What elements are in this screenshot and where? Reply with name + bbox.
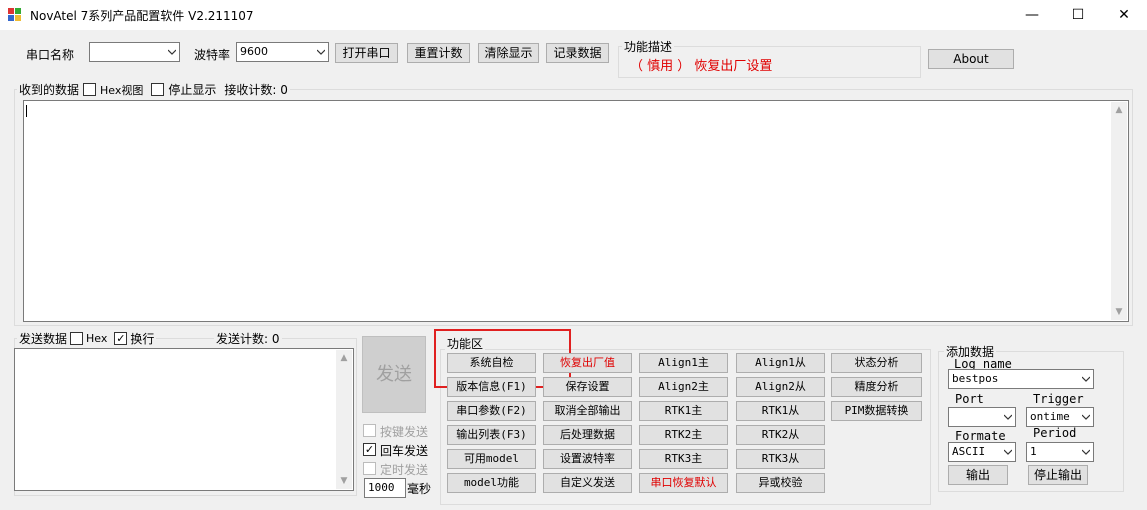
function-button[interactable]: 串口参数(F2) xyxy=(447,401,536,421)
function-button[interactable]: 设置波特率 xyxy=(543,449,632,469)
function-button[interactable]: RTK1从 xyxy=(736,401,825,421)
scroll-down-icon[interactable]: ▼ xyxy=(336,473,352,489)
send-hex-label: Hex xyxy=(86,332,108,345)
function-button[interactable]: Align1主 xyxy=(639,353,728,373)
output-button[interactable]: 输出 xyxy=(948,465,1008,485)
baud-select-value: 9600 xyxy=(240,45,268,58)
chevron-down-icon xyxy=(1082,414,1090,420)
period-select[interactable]: 1 xyxy=(1026,442,1094,462)
close-icon[interactable]: ✕ xyxy=(1101,0,1147,30)
receive-header: 收到的数据 Hex视图 停止显示 接收计数: 0 xyxy=(17,81,290,98)
reset-count-button[interactable]: 重置计数 xyxy=(407,43,470,63)
receive-count: 接收计数: 0 xyxy=(224,83,288,97)
function-button[interactable]: 输出列表(F3) xyxy=(447,425,536,445)
send-textarea[interactable]: ▲ ▼ xyxy=(14,348,354,491)
key-send-label: 按键发送 xyxy=(380,425,429,439)
timed-send-label: 定时发送 xyxy=(380,463,429,477)
send-hex-checkbox[interactable] xyxy=(70,332,84,345)
clear-display-button[interactable]: 清除显示 xyxy=(478,43,539,63)
newline-checkbox[interactable]: ✓ xyxy=(114,332,128,345)
receive-textarea[interactable]: ▲ ▼ xyxy=(23,100,1129,322)
trigger-label: Trigger xyxy=(1033,392,1084,406)
receive-scrollbar[interactable]: ▲ ▼ xyxy=(1111,102,1127,320)
send-button[interactable]: 发送 xyxy=(362,336,426,413)
scroll-up-icon[interactable]: ▲ xyxy=(1111,102,1127,118)
minimize-icon[interactable]: — xyxy=(1009,0,1055,30)
open-port-button[interactable]: 打开串口 xyxy=(335,43,398,63)
baud-select[interactable]: 9600 xyxy=(236,42,329,62)
function-button[interactable]: 可用model xyxy=(447,449,536,469)
baud-label: 波特率 xyxy=(194,48,231,62)
title-bar: NovAtel 7系列产品配置软件 V2.211107 — ☐ ✕ xyxy=(0,0,1147,30)
stop-output-button[interactable]: 停止输出 xyxy=(1028,465,1088,485)
period-label: Period xyxy=(1033,426,1077,440)
function-button[interactable]: 恢复出厂值 xyxy=(543,353,632,373)
chevron-down-icon xyxy=(1004,414,1012,420)
scroll-up-icon[interactable]: ▲ xyxy=(336,350,352,366)
chevron-down-icon xyxy=(1004,449,1012,455)
record-data-button[interactable]: 记录数据 xyxy=(546,43,609,63)
key-send-checkbox[interactable] xyxy=(363,424,376,437)
period-value: 1 xyxy=(1030,445,1037,458)
stop-display-label: 停止显示 xyxy=(168,83,217,97)
send-count: 发送计数: 0 xyxy=(214,330,282,347)
enter-send-checkbox[interactable]: ✓ xyxy=(363,443,376,456)
chevron-down-icon xyxy=(1082,376,1090,382)
function-button[interactable]: Align1从 xyxy=(736,353,825,373)
log-name-select[interactable]: bestpos xyxy=(948,369,1094,389)
function-button[interactable]: 取消全部输出 xyxy=(543,401,632,421)
function-button[interactable]: 精度分析 xyxy=(831,377,922,397)
function-button[interactable]: RTK2主 xyxy=(639,425,728,445)
port-field-select[interactable] xyxy=(948,407,1016,427)
receive-title: 收到的数据 xyxy=(19,83,80,97)
function-button[interactable]: 版本信息(F1) xyxy=(447,377,536,397)
stop-display-checkbox[interactable] xyxy=(151,83,165,96)
function-button[interactable]: RTK3从 xyxy=(736,449,825,469)
function-button[interactable]: Align2从 xyxy=(736,377,825,397)
function-desc-text: （ 慎用 ） 恢复出厂设置 xyxy=(630,59,773,74)
port-label: 串口名称 xyxy=(26,48,75,62)
interval-input[interactable]: 1000 xyxy=(364,478,406,498)
function-button[interactable]: RTK1主 xyxy=(639,401,728,421)
function-button[interactable]: RTK2从 xyxy=(736,425,825,445)
scroll-down-icon[interactable]: ▼ xyxy=(1111,304,1127,320)
hex-view-label: Hex视图 xyxy=(100,83,144,97)
function-desc-title: 功能描述 xyxy=(622,38,675,55)
trigger-select[interactable]: ontime xyxy=(1026,407,1094,427)
function-button[interactable]: Align2主 xyxy=(639,377,728,397)
chevron-down-icon xyxy=(317,49,325,55)
function-button[interactable]: 保存设置 xyxy=(543,377,632,397)
send-title: 发送数据 xyxy=(19,332,68,346)
chevron-down-icon xyxy=(1082,449,1090,455)
chevron-down-icon xyxy=(168,49,176,55)
format-label: Formate xyxy=(955,429,1006,443)
newline-label: 换行 xyxy=(130,332,155,346)
function-button[interactable]: RTK3主 xyxy=(639,449,728,469)
timed-send-checkbox[interactable] xyxy=(363,462,376,475)
function-button[interactable]: 系统自检 xyxy=(447,353,536,373)
function-button[interactable]: 自定义发送 xyxy=(543,473,632,493)
port-select[interactable] xyxy=(89,42,180,62)
function-button[interactable]: 异或校验 xyxy=(736,473,825,493)
send-header: 发送数据 Hex ✓ 换行 xyxy=(17,330,157,347)
function-button[interactable]: 后处理数据 xyxy=(543,425,632,445)
maximize-icon[interactable]: ☐ xyxy=(1055,0,1101,30)
function-button[interactable]: model功能 xyxy=(447,473,536,493)
log-name-value: bestpos xyxy=(952,372,999,385)
app-icon xyxy=(8,8,22,22)
interval-unit: 毫秒 xyxy=(407,482,432,496)
send-scrollbar[interactable]: ▲ ▼ xyxy=(336,350,352,489)
format-value: ASCII xyxy=(952,445,986,458)
about-button[interactable]: About xyxy=(928,49,1014,69)
format-select[interactable]: ASCII xyxy=(948,442,1016,462)
trigger-value: ontime xyxy=(1030,410,1070,423)
function-button[interactable]: 状态分析 xyxy=(831,353,922,373)
function-button[interactable]: 串口恢复默认 xyxy=(639,473,728,493)
function-button[interactable]: PIM数据转换 xyxy=(831,401,922,421)
hex-view-checkbox[interactable] xyxy=(83,83,97,96)
text-cursor xyxy=(26,105,27,117)
enter-send-label: 回车发送 xyxy=(380,444,429,458)
port-field-label: Port xyxy=(955,392,984,406)
window-title: NovAtel 7系列产品配置软件 V2.211107 xyxy=(30,9,254,23)
